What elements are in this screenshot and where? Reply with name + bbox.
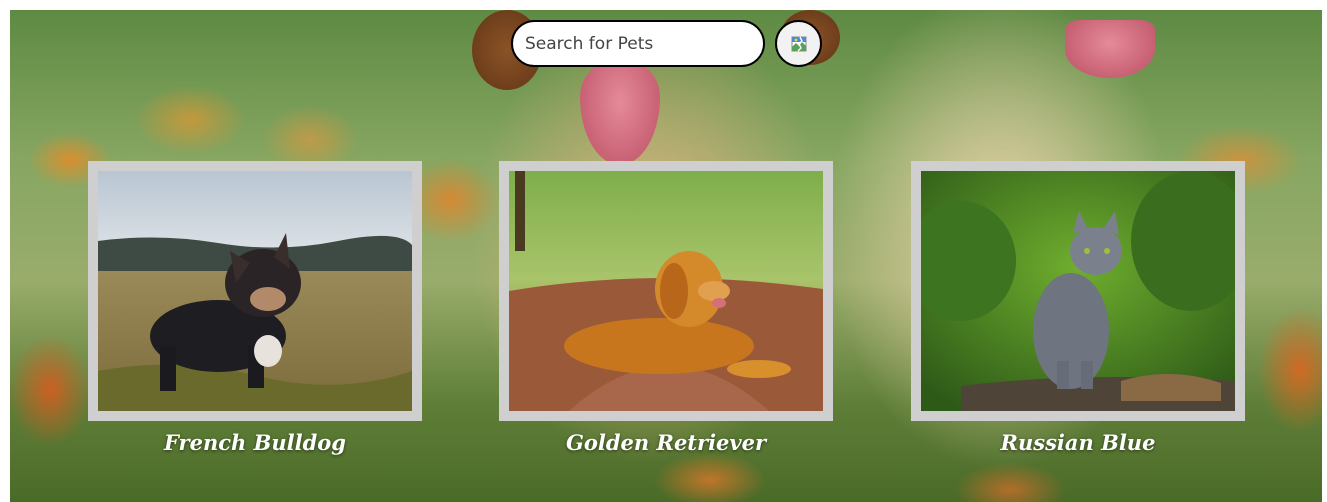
pet-card-french-bulldog[interactable] (88, 161, 422, 421)
pet-name-label[interactable]: French Bulldog (88, 430, 422, 455)
pet-card-russian-blue[interactable] (911, 161, 1245, 421)
pet-name-label[interactable]: Golden Retriever (499, 430, 833, 455)
pet-card-golden-retriever[interactable] (499, 161, 833, 421)
golden-retriever-photo (509, 171, 823, 411)
search-input[interactable] (511, 20, 765, 67)
french-bulldog-photo (98, 171, 412, 411)
broken-image-icon (791, 36, 806, 51)
pet-name-label[interactable]: Russian Blue (911, 430, 1245, 455)
puppy-tongue (580, 60, 660, 165)
russian-blue-photo (921, 171, 1235, 411)
puppy-tongue (1065, 20, 1155, 78)
search-button[interactable] (775, 20, 822, 67)
